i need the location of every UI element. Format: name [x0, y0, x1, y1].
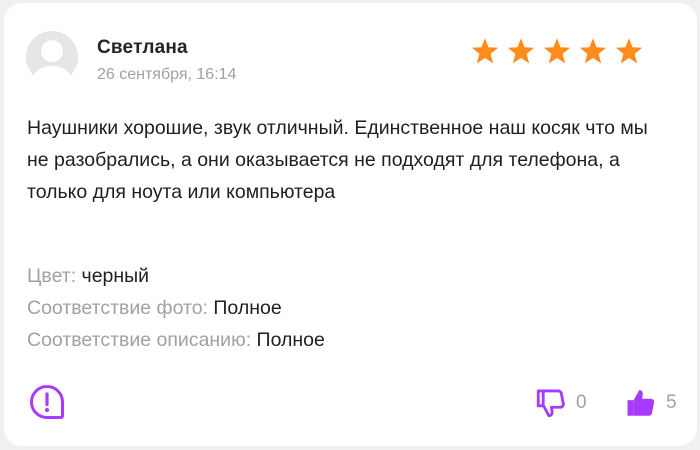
star-icon: [543, 38, 571, 64]
star-icon: [507, 38, 535, 64]
review-date: 26 сентября, 16:14: [97, 66, 237, 83]
avatar: [26, 31, 78, 83]
exclamation-bubble-icon: [30, 385, 64, 419]
property-color: Цвет: черный: [27, 260, 325, 292]
user-placeholder-icon: [26, 31, 78, 83]
review-card: Светлана 26 сентября, 16:14 Наушники хор…: [4, 3, 697, 446]
property-value: черный: [81, 265, 150, 287]
like-button[interactable]: 5: [624, 386, 677, 420]
star-icon: [579, 38, 607, 64]
review-text: Наушники хорошие, звук отличный. Единств…: [27, 117, 648, 203]
property-photo-match: Соответствие фото: Полное: [27, 292, 325, 324]
author-name: Светлана: [97, 37, 188, 58]
dislike-button[interactable]: 0: [534, 386, 587, 420]
property-label: Соответствие описанию:: [27, 329, 252, 351]
review-properties: Цвет: черный Соответствие фото: Полное С…: [27, 260, 325, 356]
property-label: Цвет:: [27, 265, 77, 287]
rating-stars: [470, 36, 644, 66]
property-value: Полное: [256, 329, 325, 351]
property-description-match: Соответствие описанию: Полное: [27, 324, 325, 356]
star-icon: [615, 38, 643, 64]
dislike-count: 0: [576, 392, 587, 413]
property-label: Соответствие фото:: [27, 297, 208, 319]
like-count: 5: [666, 392, 677, 413]
property-value: Полное: [213, 297, 282, 319]
thumbs-down-icon: [536, 389, 565, 418]
star-icon: [471, 38, 499, 64]
thumbs-up-icon: [627, 389, 655, 416]
report-button[interactable]: [28, 383, 66, 421]
